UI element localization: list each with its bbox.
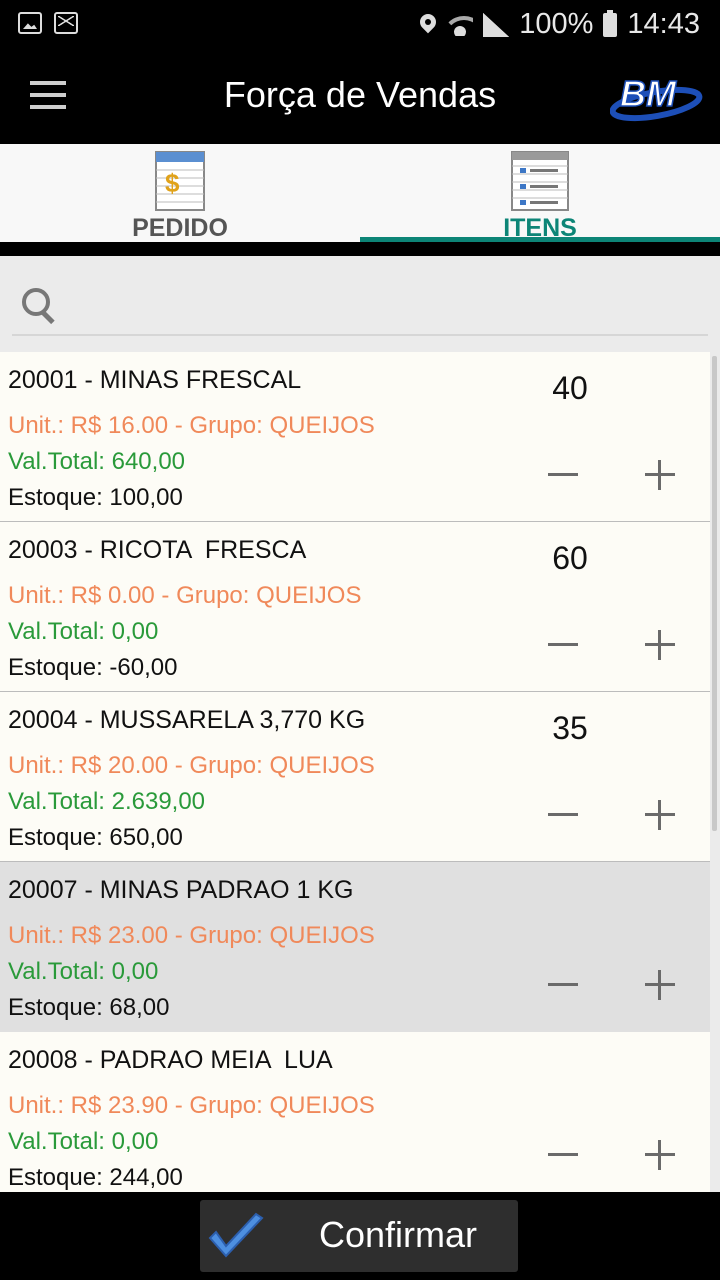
increase-quantity-button[interactable] (637, 797, 683, 833)
status-bar: 100% 14:43 (0, 0, 720, 48)
item-name: 20001 - MINAS FRESCAL (8, 366, 302, 394)
decrease-quantity-button[interactable] (540, 457, 586, 493)
confirm-button[interactable]: Confirmar (200, 1200, 518, 1272)
decrease-quantity-button[interactable] (540, 967, 586, 1003)
item-name: 20007 - MINAS PADRAO 1 KG (8, 876, 354, 904)
tab-divider (0, 242, 720, 256)
item-unit-price: Unit.: R$ 16.00 - Grupo: QUEIJOS (8, 412, 375, 439)
item-name: 20008 - PADRAO MEIA LUA (8, 1046, 333, 1074)
list-item[interactable]: 20001 - MINAS FRESCAL Unit.: R$ 16.00 - … (0, 352, 710, 522)
item-quantity[interactable]: 35 (520, 710, 620, 747)
increase-quantity-button[interactable] (637, 1137, 683, 1173)
item-total: Val.Total: 0,00 (8, 618, 159, 645)
bm-logo: BM (610, 72, 703, 122)
list-item[interactable]: 20004 - MUSSARELA 3,770 KG Unit.: R$ 20.… (0, 692, 710, 862)
increase-quantity-button[interactable] (637, 627, 683, 663)
item-stock: Estoque: 68,00 (8, 994, 170, 1021)
item-total: Val.Total: 2.639,00 (8, 788, 206, 815)
list-item[interactable]: 20008 - PADRAO MEIA LUA Unit.: R$ 23.90 … (0, 1032, 710, 1192)
item-name: 20004 - MUSSARELA 3,770 KG (8, 706, 366, 734)
item-unit-price: Unit.: R$ 23.90 - Grupo: QUEIJOS (8, 1092, 375, 1119)
decrease-quantity-button[interactable] (540, 1137, 586, 1173)
item-total: Val.Total: 0,00 (8, 958, 159, 985)
item-unit-price: Unit.: R$ 20.00 - Grupo: QUEIJOS (8, 752, 375, 779)
item-list[interactable]: 20001 - MINAS FRESCAL Unit.: R$ 16.00 - … (0, 352, 710, 1192)
decrease-quantity-button[interactable] (540, 627, 586, 663)
battery-percent: 100% (519, 8, 594, 40)
location-icon (419, 14, 437, 36)
item-stock: Estoque: -60,00 (8, 654, 178, 681)
item-unit-price: Unit.: R$ 0.00 - Grupo: QUEIJOS (8, 582, 362, 609)
list-item[interactable]: 20007 - MINAS PADRAO 1 KG Unit.: R$ 23.0… (0, 862, 710, 1032)
scrollbar[interactable] (712, 356, 717, 831)
list-item[interactable]: 20003 - RICOTA FRESCA Unit.: R$ 0.00 - G… (0, 522, 710, 692)
item-name: 20003 - RICOTA FRESCA (8, 536, 307, 564)
tab-bar: $ PEDIDO ITENS (0, 144, 720, 242)
tab-pedido-label: PEDIDO (132, 214, 228, 242)
gallery-icon (18, 12, 42, 34)
item-quantity[interactable]: 60 (520, 540, 620, 577)
signal-icon (483, 12, 510, 37)
increase-quantity-button[interactable] (637, 967, 683, 1003)
tab-itens-label: ITENS (503, 214, 577, 242)
app-bar: Força de Vendas BM (0, 48, 720, 144)
mail-icon (54, 12, 78, 34)
svg-text:$: $ (165, 168, 180, 198)
decrease-quantity-button[interactable] (540, 797, 586, 833)
item-total: Val.Total: 0,00 (8, 1128, 159, 1155)
clock: 14:43 (627, 8, 700, 40)
invoice-icon: $ (155, 151, 205, 211)
confirm-label: Confirmar (318, 1214, 478, 1255)
svg-text:BM: BM (620, 73, 677, 114)
search-bar (12, 272, 708, 336)
checkmark-icon (208, 1212, 264, 1258)
item-unit-price: Unit.: R$ 23.00 - Grupo: QUEIJOS (8, 922, 375, 949)
increase-quantity-button[interactable] (637, 457, 683, 493)
item-stock: Estoque: 650,00 (8, 824, 183, 851)
search-input[interactable] (70, 282, 690, 326)
list-sheet-icon (511, 151, 569, 211)
tab-pedido[interactable]: $ PEDIDO (0, 144, 360, 242)
search-icon[interactable] (22, 288, 56, 322)
item-quantity[interactable]: 40 (520, 370, 620, 407)
wifi-icon (447, 14, 474, 36)
bottom-bar: Confirmar (0, 1192, 720, 1280)
items-panel: 20001 - MINAS FRESCAL Unit.: R$ 16.00 - … (0, 256, 720, 1192)
battery-icon (603, 9, 618, 37)
tab-itens[interactable]: ITENS (360, 144, 720, 242)
item-stock: Estoque: 244,00 (8, 1164, 183, 1191)
item-stock: Estoque: 100,00 (8, 484, 183, 511)
item-total: Val.Total: 640,00 (8, 448, 186, 475)
